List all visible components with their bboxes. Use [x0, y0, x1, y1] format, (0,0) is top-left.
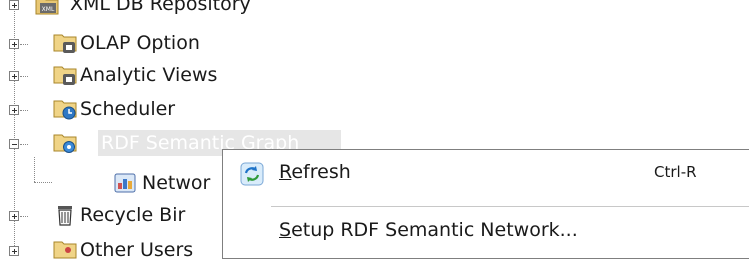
menu-label-rest: efresh: [291, 161, 351, 183]
menu-item-label: Refresh: [279, 160, 351, 184]
tree-item-label: Other Users: [80, 239, 194, 261]
tree-item-xml-db-repository[interactable]: XML XML DB Repository: [0, 0, 400, 22]
olap-folder-icon: [53, 34, 77, 53]
rdf-folder-icon: [53, 134, 77, 153]
recycle-bin-icon: [58, 206, 72, 226]
context-menu: Refresh Ctrl-R Setup RDF Semantic Networ…: [222, 149, 749, 259]
other-users-folder-icon: [53, 241, 77, 259]
xml-folder-icon: XML: [35, 0, 59, 15]
expand-icon[interactable]: [9, 211, 19, 221]
svg-text:XML: XML: [42, 6, 55, 13]
expand-icon[interactable]: [9, 39, 19, 49]
collapse-icon[interactable]: [9, 139, 19, 149]
tree-item-label: Recycle Bir: [80, 204, 186, 226]
tree-item-other-users[interactable]: Other Users: [0, 236, 222, 270]
menu-mnemonic: R: [279, 161, 292, 183]
menu-item-refresh[interactable]: Refresh Ctrl-R: [223, 150, 749, 196]
network-icon: [114, 173, 136, 193]
tree-item-label: Networ: [142, 172, 211, 194]
expand-icon[interactable]: [9, 246, 19, 256]
analytic-views-folder-icon: [53, 66, 77, 85]
menu-shortcut: Ctrl-R: [654, 163, 697, 181]
tree-item-olap-option[interactable]: OLAP Option: [0, 27, 400, 61]
expand-icon[interactable]: [9, 0, 19, 10]
menu-item-label: Setup RDF Semantic Network...: [279, 218, 578, 242]
tree-item-scheduler[interactable]: Scheduler: [0, 94, 400, 128]
tree-item-network[interactable]: Networ: [0, 166, 222, 200]
tree-item-label: Analytic Views: [80, 64, 218, 86]
tree-item-label: XML DB Repository: [70, 0, 251, 15]
menu-label-rest: etup RDF Semantic Network...: [291, 219, 578, 241]
menu-separator: [271, 206, 749, 207]
tree-item-recycle-bin[interactable]: Recycle Bir: [0, 200, 222, 234]
expand-icon[interactable]: [9, 105, 19, 115]
menu-item-setup-rdf-semantic-network[interactable]: Setup RDF Semantic Network...: [223, 214, 749, 260]
refresh-icon: [240, 162, 264, 186]
menu-mnemonic: S: [279, 219, 292, 241]
scheduler-folder-icon: [53, 100, 77, 120]
expand-icon[interactable]: [9, 71, 19, 81]
tree-item-label: Scheduler: [80, 98, 176, 120]
tree-item-analytic-views[interactable]: Analytic Views: [0, 60, 400, 94]
tree-item-label: OLAP Option: [80, 32, 200, 54]
